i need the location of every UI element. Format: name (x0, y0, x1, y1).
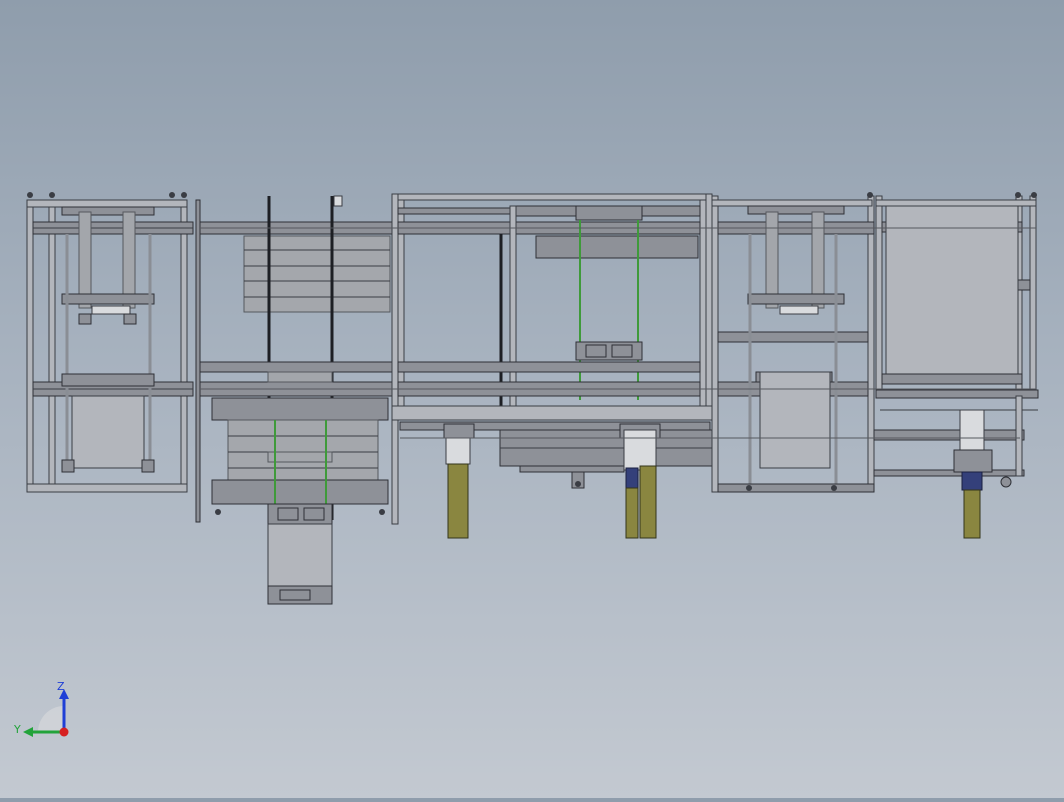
left-frame-module (26, 192, 194, 493)
y-axis-label: Y (13, 723, 21, 736)
coordinate-triad: Z Y (10, 672, 90, 752)
machine-assembly-drawing: .fr { fill: #b3b6bc; stroke: #3a3d44; st… (26, 192, 1039, 605)
z-axis-label: Z (57, 680, 65, 693)
center-main-frame (391, 193, 713, 525)
post (195, 199, 201, 523)
right-frame-module-b (867, 192, 1039, 488)
center-left-conveyor (199, 195, 393, 605)
triad-icon: Z Y (13, 680, 69, 737)
bracket-assembly-1 (443, 423, 475, 539)
bracket-assembly-2 (619, 423, 661, 539)
right-frame-module-a (711, 195, 875, 493)
cad-model-viewport[interactable]: .fr { fill: #b3b6bc; stroke: #3a3d44; st… (0, 0, 1064, 798)
